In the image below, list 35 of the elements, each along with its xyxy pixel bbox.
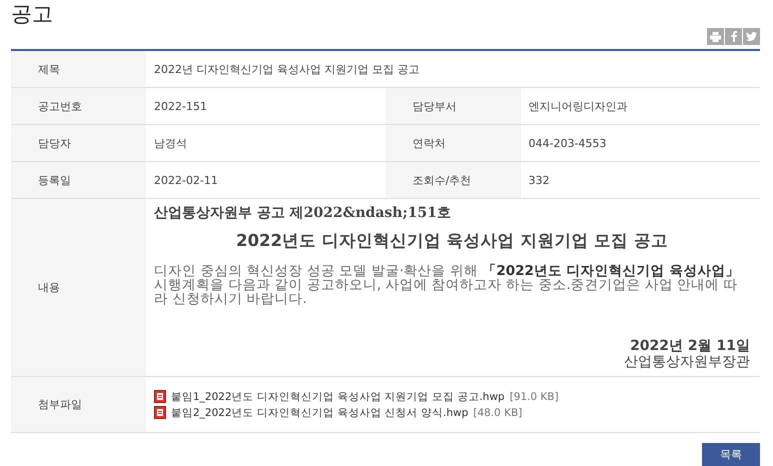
file-size: [91.0 KB] [510, 390, 559, 402]
notice-issuer: 산업통상자원부장관 [623, 354, 750, 370]
print-icon [710, 32, 721, 42]
notice-date: 2022년 2월 11일 [629, 338, 750, 354]
field-label: 내용 [11, 199, 146, 376]
field-value: 남경석 [153, 136, 188, 152]
page-title: 공고 [11, 1, 54, 28]
list-button[interactable]: 목록 [702, 443, 760, 466]
twitter-icon [746, 32, 757, 41]
field-label: 연락처 [386, 125, 520, 161]
twitter-button[interactable] [743, 28, 760, 45]
notice-body: 디자인 중심의 혁신성장 성공 모델 발굴·확산을 위해 「2022년도 디자인혁신기업 육성사업」시행계획을 다음과 같이 공고하오니, 사업에 참여하고자 하는 중소.중견기업은 사업 안내에 따라 신청하시기 바랍니다. [154, 264, 740, 306]
field-label: 제목 [11, 51, 146, 87]
field-label: 조회수/추천 [386, 162, 520, 198]
field-label: 담당자 [11, 125, 146, 161]
field-value: 2022년 디자인혁신기업 육성사업 지원기업 모집 공고 [153, 62, 420, 78]
field-label: 첨부파일 [11, 377, 146, 432]
field-label: 담당부서 [386, 88, 520, 124]
facebook-icon [730, 31, 736, 42]
field-value: 2022-151 [153, 98, 208, 114]
field-label: 등록일 [11, 162, 146, 198]
print-button[interactable] [707, 28, 724, 45]
file-size: [48.0 KB] [473, 406, 522, 418]
document-icon [154, 390, 166, 403]
notice-heading: 2022년도 디자인혁신기업 육성사업 지원기업 모집 공고 [235, 230, 669, 252]
field-label: 공고번호 [11, 88, 146, 124]
notice-number: 산업통상자원부 공고 제2022&ndash;151호 [154, 204, 452, 222]
field-value: 2022-02-11 [153, 172, 219, 188]
field-value: 엔지니어링디자인과 [528, 98, 628, 114]
field-value: 332 [528, 172, 550, 188]
attachment-link[interactable]: 붙임1_2022년도 디자인혁신기업 육성사업 지원기업 모집 공고.hwp [171, 390, 505, 404]
facebook-button[interactable] [725, 28, 742, 45]
document-icon [154, 406, 166, 419]
field-value: 044-203-4553 [528, 136, 608, 152]
attachment-link[interactable]: 붙임2_2022년도 디자인혁신기업 육성사업 신청서 양식.hwp [171, 406, 468, 420]
